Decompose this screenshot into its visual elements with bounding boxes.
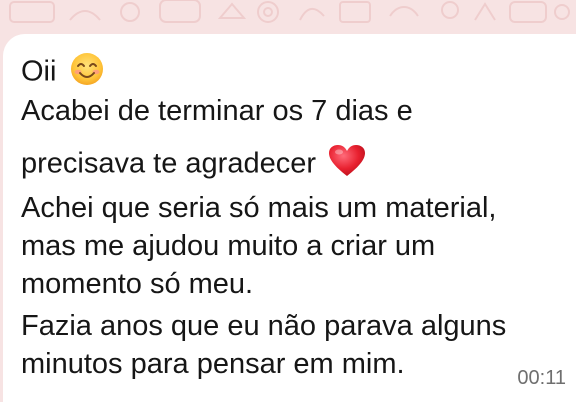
message-line-1: Oii bbox=[21, 52, 105, 94]
message-line-3-text: precisava te agradecer bbox=[21, 147, 316, 180]
message-line-3: precisava te agradecer bbox=[21, 144, 366, 186]
message-line-1-text: Oii bbox=[21, 55, 57, 88]
message-line-2: Acabei de terminar os 7 dias e bbox=[21, 95, 413, 127]
message-bubble[interactable]: Oii Acabei de terminar os 7 dias e preci… bbox=[3, 34, 576, 402]
message-line-5: mas me ajudou muito a criar um bbox=[21, 230, 436, 262]
message-timestamp: 00:11 bbox=[517, 367, 566, 389]
smiling-face-icon bbox=[69, 52, 105, 94]
message-line-8: minutos para pensar em mim. bbox=[21, 348, 405, 380]
message-line-6: momento só meu. bbox=[21, 268, 254, 300]
red-heart-icon bbox=[328, 144, 366, 186]
message-line-4: Achei que seria só mais um material, bbox=[21, 192, 497, 224]
message-line-7: Fazia anos que eu não parava alguns bbox=[21, 310, 507, 342]
